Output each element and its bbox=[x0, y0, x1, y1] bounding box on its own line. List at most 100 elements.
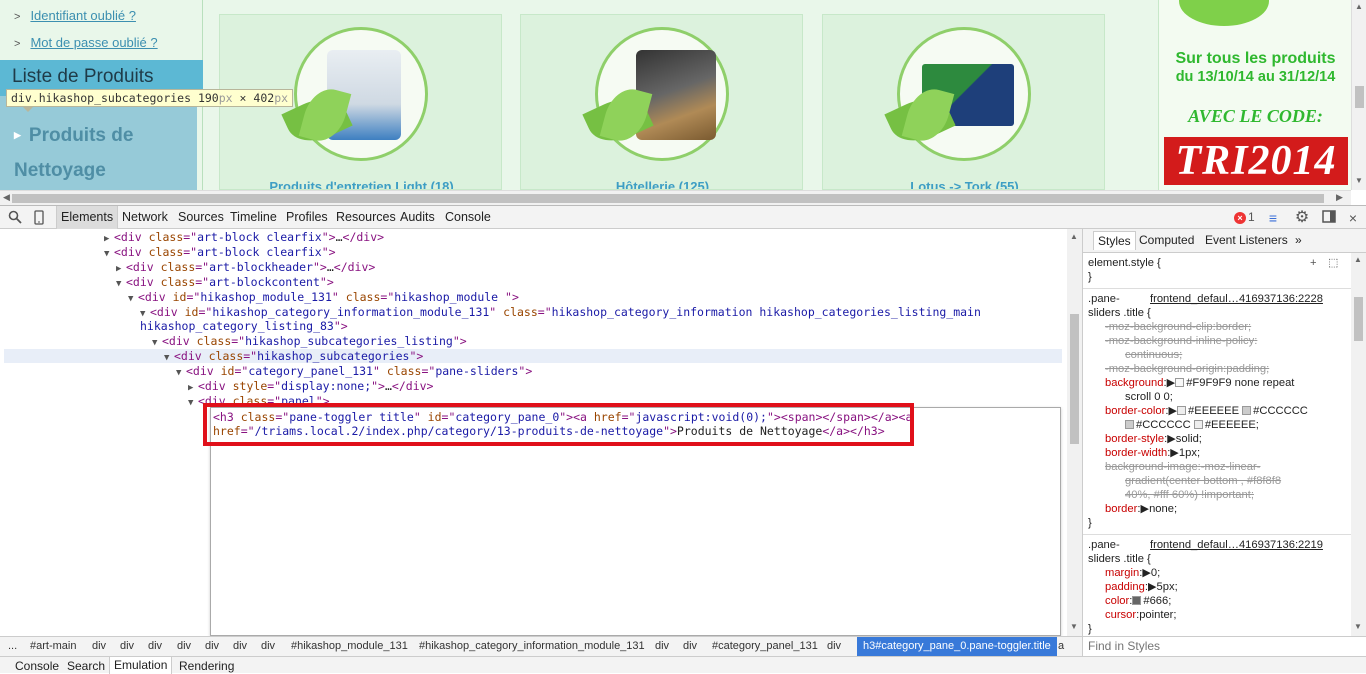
color-swatch[interactable] bbox=[1177, 406, 1187, 415]
collapse-triangle-icon[interactable]: ▼ bbox=[152, 336, 162, 351]
css-property[interactable]: -moz-background-origin:padding; bbox=[1105, 362, 1269, 376]
breadcrumb-item[interactable]: div bbox=[148, 640, 162, 652]
scroll-up-icon[interactable]: ▲ bbox=[1070, 232, 1078, 241]
gear-icon[interactable]: ⚙ bbox=[1294, 210, 1310, 226]
expand-triangle-icon[interactable]: ▶ bbox=[1167, 433, 1176, 445]
product-title[interactable]: Produits d'entretien Light (18) bbox=[220, 179, 501, 189]
css-property[interactable]: background:▶ #F9F9F9 none repeat bbox=[1105, 376, 1294, 390]
css-property[interactable]: -moz-background-inline-policy: bbox=[1105, 334, 1257, 348]
expand-triangle-icon[interactable]: ▶ bbox=[1170, 447, 1179, 459]
breadcrumb-item[interactable]: div bbox=[827, 640, 841, 652]
product-card[interactable]: Hôtellerie (125) bbox=[520, 14, 803, 190]
collapse-triangle-icon[interactable]: ▼ bbox=[116, 277, 126, 292]
scrollbar-thumb[interactable] bbox=[1354, 297, 1363, 341]
breadcrumb-item[interactable]: div bbox=[655, 640, 669, 652]
tab-styles[interactable]: Styles bbox=[1093, 231, 1136, 250]
collapse-triangle-icon[interactable]: ▼ bbox=[128, 292, 138, 307]
tab-audits[interactable]: Audits bbox=[400, 206, 435, 229]
css-property[interactable]: border-style:▶solid; bbox=[1105, 432, 1202, 446]
scroll-up-icon[interactable]: ▲ bbox=[1354, 255, 1362, 264]
dom-node-line[interactable]: ▼ <div id="hikashop_category_information_… bbox=[140, 305, 981, 320]
tab-network[interactable]: Network bbox=[122, 206, 168, 229]
dom-node-line[interactable]: hikashop_category_listing_83"> bbox=[140, 319, 348, 334]
css-property[interactable]: color: #666; bbox=[1105, 594, 1171, 608]
breadcrumb-item[interactable]: div bbox=[92, 640, 106, 652]
dom-node-line[interactable]: ▶ <div class="art-block clearfix">…</div> bbox=[104, 230, 384, 245]
scrollbar-thumb[interactable] bbox=[1070, 314, 1079, 444]
breadcrumb-item[interactable]: ... bbox=[8, 640, 17, 652]
rule-source-link[interactable]: frontend_defaul…416937136:2228 bbox=[1150, 292, 1323, 306]
rule-selector[interactable]: .pane-frontend_defaul…416937136:2219 bbox=[1088, 538, 1323, 552]
dom-node-line[interactable]: ▼ <div class="art-blockcontent"> bbox=[116, 275, 334, 290]
breadcrumb-item[interactable]: div bbox=[177, 640, 191, 652]
collapse-triangle-icon[interactable]: ▼ bbox=[104, 247, 114, 262]
drawer-tab-rendering[interactable]: Rendering bbox=[179, 659, 234, 673]
breadcrumb-item[interactable]: div bbox=[261, 640, 275, 652]
css-property[interactable]: continuous; bbox=[1125, 348, 1182, 362]
expand-triangle-icon[interactable]: ▶ bbox=[1168, 405, 1177, 417]
breadcrumb-item[interactable]: a bbox=[1058, 640, 1064, 652]
breadcrumb-item[interactable]: div bbox=[120, 640, 134, 652]
tab-computed[interactable]: Computed bbox=[1139, 233, 1194, 247]
dock-side-icon[interactable] bbox=[1321, 210, 1337, 226]
css-property[interactable]: margin:▶0; bbox=[1105, 566, 1160, 580]
scrollbar-thumb[interactable] bbox=[12, 194, 1324, 203]
breadcrumb-item[interactable]: div bbox=[683, 640, 697, 652]
scroll-down-icon[interactable]: ▼ bbox=[1354, 622, 1362, 631]
rule-source-link[interactable]: frontend_defaul…416937136:2219 bbox=[1150, 538, 1323, 552]
scroll-up-icon[interactable]: ▲ bbox=[1355, 2, 1363, 11]
css-property[interactable]: cursor:pointer; bbox=[1105, 608, 1177, 622]
color-swatch[interactable] bbox=[1175, 378, 1185, 387]
expand-triangle-icon[interactable]: ▶ bbox=[1148, 581, 1157, 593]
tab-event-listeners[interactable]: Event Listeners bbox=[1205, 233, 1288, 247]
promo-banner[interactable]: Sur tous les produits du 13/10/14 au 31/… bbox=[1158, 0, 1351, 190]
tab-profiles[interactable]: Profiles bbox=[286, 206, 328, 229]
css-property[interactable]: 40%, #fff 60%) !important; bbox=[1125, 488, 1254, 502]
dom-node-line[interactable]: ▼ <div id="hikashop_module_131" class="hi… bbox=[128, 290, 519, 305]
scroll-down-icon[interactable]: ▼ bbox=[1355, 176, 1363, 185]
dom-node-line[interactable]: ▼ <div id="category_panel_131" class="pan… bbox=[176, 364, 532, 379]
drawer-tab-search[interactable]: Search bbox=[67, 659, 105, 673]
subcategory-item[interactable]: ▶ Produits de Nettoyage bbox=[14, 118, 194, 188]
color-swatch[interactable] bbox=[1242, 406, 1252, 415]
color-swatch[interactable] bbox=[1125, 420, 1134, 429]
search-icon[interactable] bbox=[7, 210, 23, 226]
dom-node-line[interactable]: ▶ <div class="art-blockheader">…</div> bbox=[116, 260, 375, 275]
scroll-left-icon[interactable]: ◀ bbox=[3, 192, 10, 203]
add-rule-icon[interactable]: + bbox=[1310, 256, 1317, 270]
dom-node-line[interactable]: ▼ <div class="art-block clearfix"> bbox=[104, 245, 336, 260]
breadcrumb-item-selected[interactable]: h3#category_pane_0.pane-toggler.title bbox=[857, 637, 1057, 656]
forgot-username-link[interactable]: > Identifiant oublié ? bbox=[14, 8, 136, 23]
rule-selector[interactable]: sliders .title { bbox=[1088, 306, 1151, 320]
breadcrumb-item[interactable]: #hikashop_category_information_module_13… bbox=[419, 640, 645, 652]
color-swatch[interactable] bbox=[1132, 596, 1142, 605]
drawer-tab-emulation[interactable]: Emulation bbox=[109, 657, 173, 674]
css-property[interactable]: #CCCCCC #EEEEEE; bbox=[1125, 418, 1259, 432]
rule-selector[interactable]: sliders .title { bbox=[1088, 552, 1151, 566]
tab-console[interactable]: Console bbox=[445, 206, 491, 229]
toggle-element-state-icon[interactable]: ⬚ bbox=[1328, 256, 1339, 270]
scroll-right-icon[interactable]: ▶ bbox=[1336, 192, 1343, 203]
scroll-down-icon[interactable]: ▼ bbox=[1070, 622, 1078, 631]
device-mode-icon[interactable] bbox=[31, 210, 47, 226]
breadcrumb-item[interactable]: div bbox=[205, 640, 219, 652]
breadcrumb-item[interactable]: #category_panel_131 bbox=[712, 640, 818, 652]
expand-triangle-icon[interactable]: ▶ bbox=[1167, 377, 1176, 389]
breadcrumb-item[interactable]: #art-main bbox=[30, 640, 76, 652]
css-property[interactable]: scroll 0 0; bbox=[1125, 390, 1173, 404]
element-style-rule[interactable]: element.style {+ ⬚ bbox=[1088, 256, 1339, 270]
scrollbar-thumb[interactable] bbox=[1355, 86, 1364, 108]
expand-triangle-icon[interactable]: ▶ bbox=[1142, 567, 1151, 579]
expand-triangle-icon[interactable]: ▶ bbox=[1140, 503, 1149, 515]
find-in-styles-input[interactable] bbox=[1083, 637, 1353, 655]
more-tabs-icon[interactable]: » bbox=[1295, 233, 1302, 247]
css-property[interactable]: -moz-background-clip:border; bbox=[1105, 320, 1251, 334]
product-title[interactable]: Hôtellerie (125) bbox=[521, 179, 802, 189]
drawer-tab-console[interactable]: Console bbox=[15, 659, 59, 673]
close-icon[interactable]: × bbox=[1345, 210, 1361, 226]
tab-sources[interactable]: Sources bbox=[178, 206, 224, 229]
page-horizontal-scrollbar[interactable]: ◀ ▶ bbox=[0, 190, 1351, 205]
styles-scrollbar[interactable]: ▲ ▼ bbox=[1351, 253, 1366, 636]
css-property[interactable]: padding:▶5px; bbox=[1105, 580, 1178, 594]
css-property[interactable]: border-width:▶1px; bbox=[1105, 446, 1200, 460]
